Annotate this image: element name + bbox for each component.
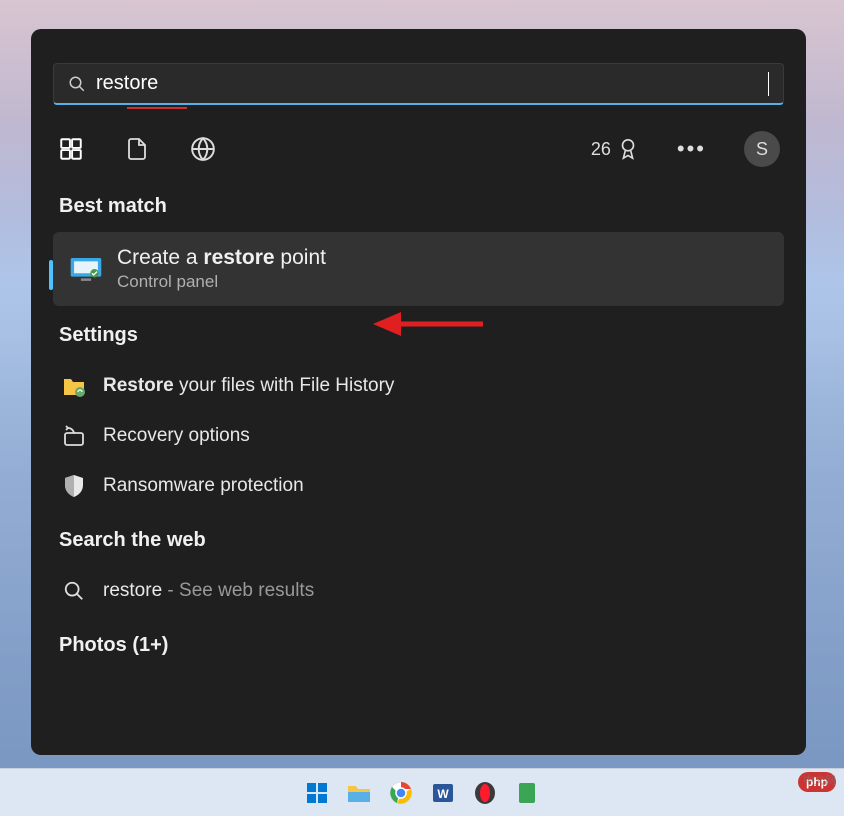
filter-tabs: 26 ••• S <box>53 113 784 177</box>
search-icon <box>68 75 86 93</box>
search-icon <box>61 578 87 604</box>
best-match-title: Create a restore point <box>117 246 326 270</box>
settings-item-file-history[interactable]: Restore your files with File History <box>53 361 784 411</box>
user-avatar[interactable]: S <box>744 131 780 167</box>
tab-documents[interactable] <box>123 135 151 163</box>
start-search-panel: 26 ••• S Best match Create a restore poi… <box>31 29 806 755</box>
shield-icon <box>61 473 87 499</box>
folder-icon <box>61 373 87 399</box>
section-web: Search the web <box>59 529 784 552</box>
tab-web[interactable] <box>189 135 217 163</box>
watermark-subtitle: 中文网 <box>803 772 836 788</box>
best-match-subtitle: Control panel <box>117 272 326 292</box>
taskbar-opera[interactable] <box>471 779 499 807</box>
settings-item-ransomware[interactable]: Ransomware protection <box>53 461 784 511</box>
red-underline-annotation <box>127 107 187 109</box>
search-bar[interactable] <box>53 63 784 105</box>
start-button[interactable] <box>303 779 331 807</box>
text-cursor <box>768 72 769 96</box>
taskbar-chrome[interactable] <box>387 779 415 807</box>
best-match-result[interactable]: Create a restore point Control panel <box>53 232 784 306</box>
taskbar: W <box>0 768 844 816</box>
taskbar-app-green[interactable] <box>513 779 541 807</box>
section-photos: Photos (1+) <box>59 634 784 657</box>
rewards-badge-icon <box>617 137 639 161</box>
tab-apps[interactable] <box>57 135 85 163</box>
svg-text:W: W <box>437 787 449 801</box>
taskbar-word[interactable]: W <box>429 779 457 807</box>
system-monitor-icon <box>69 256 103 282</box>
section-best-match: Best match <box>59 195 784 218</box>
section-settings: Settings <box>59 324 784 347</box>
taskbar-explorer[interactable] <box>345 779 373 807</box>
rewards-count: 26 <box>591 139 611 160</box>
recovery-icon <box>61 423 87 449</box>
web-result-item[interactable]: restore - See web results <box>53 566 784 616</box>
more-options[interactable]: ••• <box>677 136 706 162</box>
rewards-button[interactable]: 26 <box>591 137 639 161</box>
settings-item-recovery[interactable]: Recovery options <box>53 411 784 461</box>
search-input[interactable] <box>96 72 768 95</box>
